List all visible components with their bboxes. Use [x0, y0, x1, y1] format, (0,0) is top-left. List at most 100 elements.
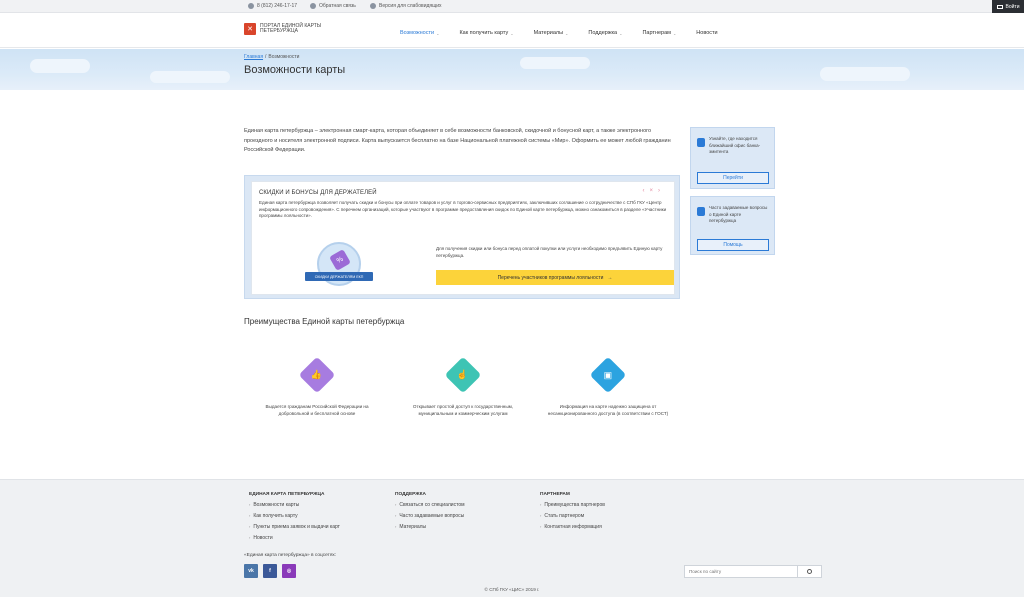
chevron-down-icon: ⌄	[510, 30, 514, 36]
footer-link[interactable]: › Стать партнером	[540, 513, 605, 519]
discounts-title: СКИДКИ И БОНУСЫ ДЛЯ ДЕРЖАТЕЛЕЙ	[259, 190, 377, 196]
advantage-text: Выдается гражданам Российской Федерации …	[265, 404, 369, 416]
copyright: © СПб ГКУ «ЦИС» 2019 г.	[484, 587, 540, 592]
facebook-icon[interactable]: f	[263, 564, 277, 578]
chevron-left-icon[interactable]: ‹	[642, 188, 644, 194]
chevron-right-icon: ›	[540, 502, 542, 507]
discounts-text: Единая карта петербуржца позволяет получ…	[259, 200, 667, 218]
chevron-right-icon: ›	[249, 502, 251, 507]
chevron-right-icon[interactable]: ›	[658, 188, 660, 194]
feedback-label: Обратная связь	[319, 3, 356, 9]
footer-link-label: Новости	[253, 535, 273, 541]
badge-ribbon: СКИДКИ ДЕРЖАТЕЛЯМ ЕКП	[305, 272, 373, 281]
breadcrumb-separator: /	[265, 54, 267, 60]
logo-emblem-icon: ✕	[244, 23, 256, 35]
login-label: Войти	[1005, 3, 1020, 10]
question-icon	[697, 207, 705, 216]
nav-label: Поддержка	[588, 30, 618, 36]
loyalty-participants-button[interactable]: Перечень участников программы лояльности…	[436, 270, 674, 285]
headset-icon	[310, 3, 316, 9]
footer-link-label: Связаться со специалистом	[399, 502, 465, 508]
feedback-link[interactable]: Обратная связь	[310, 3, 356, 9]
advantage-item: ☝ Открывает простой доступ к государстве…	[398, 356, 528, 417]
footer-link[interactable]: › Как получить карту	[249, 513, 340, 519]
search-icon	[807, 569, 812, 574]
vk-icon[interactable]: vk	[244, 564, 258, 578]
footer-heading: ПАРТНЕРАМ	[540, 492, 570, 497]
site-header: ✕ ПОРТАЛ ЕДИНОЙ КАРТЫ ПЕТЕРБУРЖЦА Возмож…	[0, 13, 1024, 48]
monitor-icon	[996, 4, 1003, 9]
discounts-panel-wrapper: СКИДКИ И БОНУСЫ ДЛЯ ДЕРЖАТЕЛЕЙ ‹ × › Еди…	[244, 175, 680, 299]
advantage-text: Информация на карте надежно защищена от …	[547, 404, 669, 416]
close-icon[interactable]: ×	[649, 188, 653, 194]
nav-item-support[interactable]: Поддержка ⌄	[588, 30, 622, 36]
advantage-item: 👍 Выдается гражданам Российской Федераци…	[252, 356, 382, 417]
help-button[interactable]: Помощь	[697, 239, 769, 251]
nav-item-features[interactable]: Возможности ⌄	[400, 30, 439, 36]
chevron-right-icon: ›	[540, 513, 542, 518]
site-logo[interactable]: ✕ ПОРТАЛ ЕДИНОЙ КАРТЫ ПЕТЕРБУРЖЦА	[244, 23, 340, 35]
social-links: vk f ◎	[244, 564, 296, 578]
login-button[interactable]: Войти	[992, 0, 1024, 13]
breadcrumb-home[interactable]: Главная	[244, 54, 263, 60]
accessible-version-link[interactable]: Версия для слабовидящих	[370, 3, 442, 9]
go-button[interactable]: Перейти	[697, 172, 769, 184]
chevron-down-icon: ⌄	[672, 30, 677, 36]
phone-link[interactable]: 8 (812) 246-17-17	[248, 3, 297, 9]
footer-link-label: Преимущества партнеров	[544, 502, 605, 508]
footer-column-support: ПОДДЕРЖКА › Связаться со специалистом › Ча…	[395, 492, 465, 535]
top-bar: 8 (812) 246-17-17 Обратная связь Версия …	[0, 0, 1024, 13]
discounts-panel: СКИДКИ И БОНУСЫ ДЛЯ ДЕРЖАТЕЛЕЙ ‹ × › Еди…	[251, 181, 675, 295]
phone-number: 8 (812) 246-17-17	[257, 3, 298, 9]
phone-icon	[248, 3, 254, 9]
footer-heading: ЕДИНАЯ КАРТА ПЕТЕРБУРЖЦА	[249, 492, 325, 497]
sidebar-card-text: Узнайте, где находится ближайший офис ба…	[709, 136, 761, 154]
chevron-right-icon: ›	[249, 524, 251, 529]
loyalty-button-label: Перечень участников программы лояльности	[497, 274, 604, 281]
discount-instructions: Для получения скидки или бонуса перед оп…	[436, 246, 663, 258]
nav-item-get-card[interactable]: Как получить карту ⌄	[459, 30, 513, 36]
nav-item-partners[interactable]: Партнерам ⌄	[642, 30, 676, 36]
social-title: «Единая карта петербуржца» в соцсетях:	[244, 553, 337, 558]
advantage-text: Открывает простой доступ к государственн…	[412, 404, 514, 416]
thumbs-up-icon: 👍	[298, 356, 336, 394]
search-input[interactable]	[685, 569, 797, 574]
footer-link-label: Стать партнером	[544, 513, 585, 519]
map-pin-icon	[697, 138, 705, 147]
instagram-icon[interactable]: ◎	[282, 564, 296, 578]
nav-item-materials[interactable]: Материалы ⌄	[534, 30, 569, 36]
footer-link[interactable]: › Преимущества партнеров	[540, 502, 605, 508]
footer-link[interactable]: › Часто задаваемые вопросы	[395, 513, 465, 519]
nav-label: Возможности	[400, 30, 435, 36]
footer-link-label: Пункты приема заявок и выдачи карт	[253, 524, 340, 530]
sidebar-bank-office-card: Узнайте, где находится ближайший офис ба…	[690, 127, 775, 189]
footer-link[interactable]: › Пункты приема заявок и выдачи карт	[249, 524, 340, 530]
footer-link[interactable]: › Новости	[249, 535, 340, 541]
site-footer: ЕДИНАЯ КАРТА ПЕТЕРБУРЖЦА › Возможности ка…	[0, 479, 1024, 597]
breadcrumb: Главная / Возможности	[244, 54, 299, 60]
main-nav: Возможности ⌄ Как получить карту ⌄ Материа…	[400, 30, 738, 36]
footer-link-label: Часто задаваемые вопросы	[399, 513, 465, 519]
footer-link[interactable]: › Материалы	[395, 524, 465, 530]
sidebar-faq-card: Часто задаваемые вопросы о Единой карте …	[690, 196, 775, 255]
page-title: Возможности карты	[244, 64, 346, 76]
cloud-decoration	[820, 67, 910, 81]
nav-item-news[interactable]: Новости	[696, 30, 717, 36]
footer-link[interactable]: › Возможности карты	[249, 502, 340, 508]
chevron-right-icon: ›	[249, 513, 251, 518]
footer-link[interactable]: › Контактная информация	[540, 524, 605, 530]
footer-link[interactable]: › Связаться со специалистом	[395, 502, 465, 508]
footer-link-label: Возможности карты	[253, 502, 300, 508]
nav-label: Партнерам	[642, 30, 671, 36]
logo-text: ПОРТАЛ ЕДИНОЙ КАРТЫ ПЕТЕРБУРЖЦА	[260, 23, 322, 34]
chevron-down-icon: ⌄	[619, 30, 623, 36]
footer-column-card: ЕДИНАЯ КАРТА ПЕТЕРБУРЖЦА › Возможности ка…	[249, 492, 340, 546]
cloud-decoration	[520, 57, 590, 69]
chevron-right-icon: ›	[395, 513, 397, 518]
advantage-item: ▣ Информация на карте надежно защищена о…	[543, 356, 673, 417]
eye-icon	[370, 3, 376, 9]
chevron-right-icon: ›	[249, 535, 251, 540]
search-button[interactable]	[797, 565, 821, 578]
footer-link-label: Материалы	[399, 524, 427, 530]
cloud-decoration	[30, 59, 90, 73]
